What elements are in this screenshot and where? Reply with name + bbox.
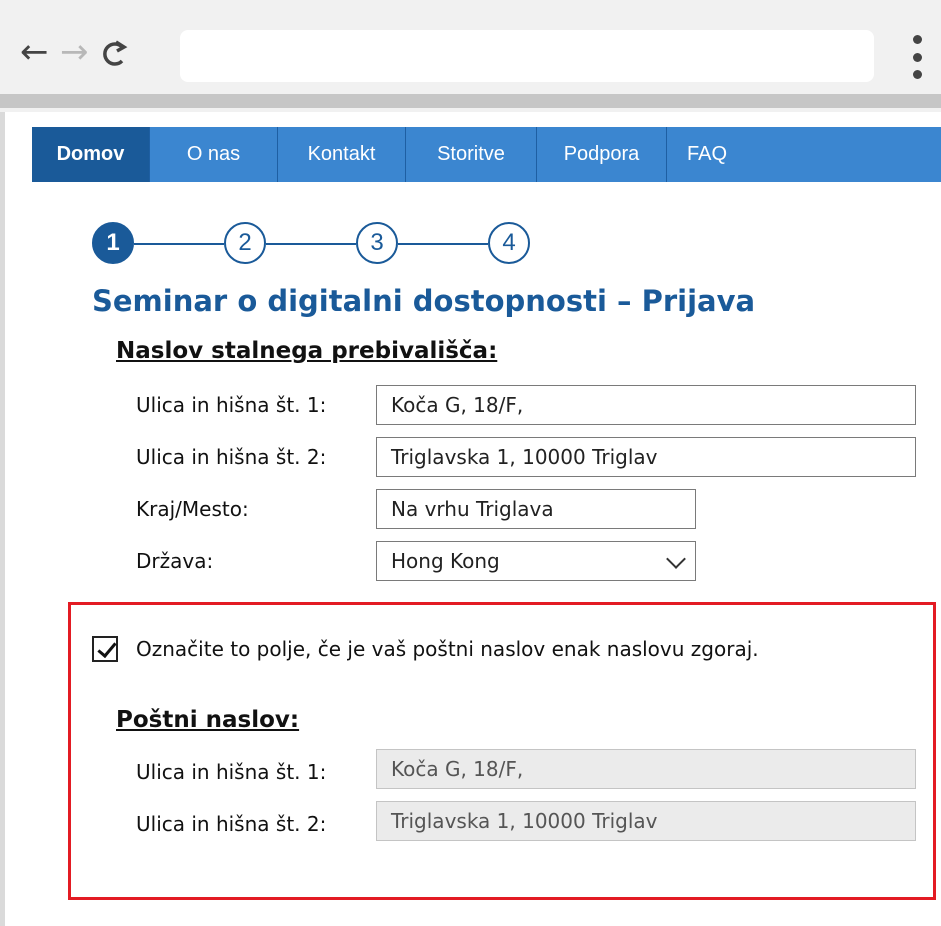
more-options-icon[interactable]: [910, 35, 924, 79]
step-connector: [134, 243, 224, 245]
postal-street2-input[interactable]: Triglavska 1, 10000 Triglav: [376, 801, 916, 841]
permanent-address-heading: Naslov stalnega prebivališča:: [116, 338, 498, 364]
step-4: 4: [488, 222, 530, 264]
checkmark-icon: [97, 637, 117, 659]
postal-street2-label: Ulica in hišna št. 2:: [136, 812, 327, 836]
postal-street1-label: Ulica in hišna št. 1:: [136, 760, 327, 784]
chevron-down-icon: [666, 549, 686, 569]
country-select-value: Hong Kong: [391, 549, 500, 573]
step-1: 1: [92, 222, 134, 264]
nav-tab-podpora[interactable]: Podpora: [537, 127, 667, 182]
postal-street1-input[interactable]: Koča G, 18/F,: [376, 749, 916, 789]
reload-icon[interactable]: [100, 32, 128, 72]
step-3: 3: [356, 222, 398, 264]
city-label: Kraj/Mesto:: [136, 497, 249, 521]
city-input[interactable]: Na vrhu Triglava: [376, 489, 696, 529]
street1-input[interactable]: Koča G, 18/F,: [376, 385, 916, 425]
nav-tab-faq[interactable]: FAQ: [667, 127, 747, 182]
step-2: 2: [224, 222, 266, 264]
main-navigation: Domov O nas Kontakt Storitve Podpora FAQ: [32, 127, 941, 182]
country-select[interactable]: Hong Kong: [376, 541, 696, 581]
nav-tab-kontakt[interactable]: Kontakt: [278, 127, 406, 182]
nav-tab-o-nas[interactable]: O nas: [150, 127, 278, 182]
street1-label: Ulica in hišna št. 1:: [136, 393, 327, 417]
step-connector: [398, 243, 488, 245]
same-address-label[interactable]: Označite to polje, če je vaš poštni nasl…: [136, 637, 759, 661]
progress-steps: 1 2 3 4: [92, 222, 552, 264]
country-label: Država:: [136, 549, 214, 573]
street2-label: Ulica in hišna št. 2:: [136, 445, 327, 469]
postal-address-heading: Poštni naslov:: [116, 707, 300, 733]
page-title: Seminar o digitalni dostopnosti – Prijav…: [92, 284, 756, 318]
window-edge: [0, 112, 5, 926]
address-bar[interactable]: [180, 30, 874, 82]
step-connector: [266, 243, 356, 245]
forward-arrow-icon[interactable]: →: [60, 32, 89, 72]
nav-tab-storitve[interactable]: Storitve: [406, 127, 537, 182]
same-address-checkbox[interactable]: [92, 636, 118, 662]
back-arrow-icon[interactable]: ←: [20, 32, 49, 72]
nav-tab-domov[interactable]: Domov: [32, 127, 150, 182]
toolbar-divider: [0, 94, 941, 108]
street2-input[interactable]: Triglavska 1, 10000 Triglav: [376, 437, 916, 477]
